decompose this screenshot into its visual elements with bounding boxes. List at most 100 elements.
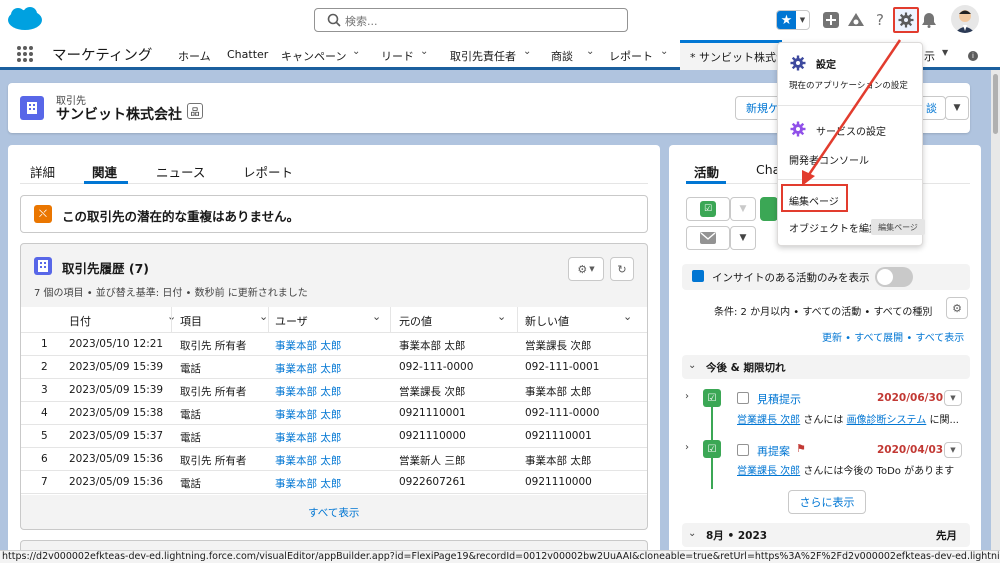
table-cell: 0921110000 (399, 430, 466, 442)
email-icon (700, 232, 716, 244)
menu-edit-page[interactable]: 編集ページ (789, 193, 839, 208)
assignee-link[interactable]: 営業課長 次郎 (737, 415, 800, 426)
chevron-down-icon[interactable]: ⌄ (420, 46, 428, 57)
list-settings-button[interactable]: ⚙ ▼ (568, 257, 604, 281)
chevron-down-icon[interactable]: ⌄ (259, 310, 268, 323)
setup-gear-button[interactable] (893, 7, 919, 33)
chevron-down-icon[interactable]: ⌄ (497, 310, 506, 323)
nav-item-campaigns[interactable]: キャンペーン (281, 48, 346, 64)
menu-setup-subtitle[interactable]: 現在のアプリケーションの設定 (789, 79, 908, 91)
chevron-down-icon[interactable]: ⌄ (623, 310, 632, 323)
table-row: 7 2023/05/09 15:36 電話 事業本部 太郎 0922607261 0921… (21, 471, 647, 494)
column-header-new-value[interactable]: 新しい値 (525, 313, 569, 329)
task-menu-button[interactable]: ▼ (944, 390, 962, 406)
nav-item-opportunities[interactable]: 商談 (551, 48, 573, 64)
page-scrollbar[interactable] (991, 70, 1000, 550)
tab-news[interactable]: ニュース (156, 162, 205, 181)
insight-icon (692, 270, 704, 282)
show-more-button[interactable]: さらに表示 (788, 490, 866, 514)
salesforce-logo[interactable] (6, 6, 44, 33)
chevron-down-icon[interactable]: ▼ (730, 226, 756, 250)
upcoming-section[interactable]: ⌄ 今後 & 期限切れ (682, 355, 970, 379)
table-cell: 2023/05/09 15:39 (69, 361, 164, 373)
new-task-button[interactable]: ☑ (686, 197, 730, 221)
chevron-down-icon[interactable]: ⌄ (660, 46, 668, 57)
chevron-right-icon[interactable]: › (685, 391, 689, 402)
insight-toggle[interactable] (875, 267, 913, 287)
menu-service-setup[interactable]: サービスの設定 (816, 123, 886, 138)
nav-item-chatter[interactable]: Chatter (227, 48, 268, 61)
hierarchy-icon[interactable]: 品 (187, 103, 203, 119)
column-header-user[interactable]: ユーザ (275, 313, 308, 329)
trailhead-icon[interactable] (846, 10, 866, 30)
notifications-bell-icon[interactable] (920, 10, 938, 30)
task-checkbox[interactable] (737, 392, 749, 404)
user-link[interactable]: 事業本部 太郎 (275, 407, 341, 422)
assignee-link[interactable]: 営業課長 次郎 (737, 466, 800, 477)
user-link[interactable]: 事業本部 太郎 (275, 430, 341, 445)
task-description: 営業課長 次郎 さんには 画像診断システム に関... (737, 415, 959, 426)
column-header-date[interactable]: 日付 (69, 313, 91, 329)
chevron-down-icon[interactable]: ⌄ (523, 46, 531, 57)
activity-links[interactable]: 更新 • すべて展開 • すべて表示 (822, 329, 964, 344)
table-cell: 092-111-0000 (399, 361, 474, 373)
show-all-link[interactable]: すべて表示 (308, 505, 359, 520)
tab-reports[interactable]: レポート (243, 162, 293, 181)
user-link[interactable]: 事業本部 太郎 (275, 338, 341, 353)
new-event-button[interactable] (760, 197, 778, 221)
nav-item-reports[interactable]: レポート (609, 48, 653, 64)
user-link[interactable]: 事業本部 太郎 (275, 361, 341, 376)
email-button[interactable] (686, 226, 730, 250)
task-date: 2020/04/03 (877, 444, 944, 456)
new-case-button[interactable]: 新規ケ (735, 96, 781, 120)
refresh-button[interactable]: ↻ (610, 257, 634, 281)
task-title[interactable]: 再提案 (757, 443, 790, 459)
favorites-button[interactable]: ★ ▼ (776, 10, 810, 30)
column-header-field[interactable]: 項目 (180, 313, 202, 329)
tab-activity[interactable]: 活動 (694, 162, 719, 181)
task-icon: ☑ (703, 389, 721, 407)
scrollbar-thumb[interactable] (993, 74, 998, 134)
app-name: マーケティング (52, 48, 153, 64)
task-title[interactable]: 見積提示 (757, 391, 801, 407)
global-search-input[interactable]: 検索... (314, 8, 628, 32)
app-launcher-icon[interactable] (17, 46, 33, 62)
month-section[interactable]: ⌄ 8月 • 2023 先月 (682, 523, 970, 547)
user-link[interactable]: 事業本部 太郎 (275, 476, 341, 491)
history-icon (34, 257, 52, 275)
filter-settings-icon[interactable]: ⚙ (946, 297, 968, 319)
chevron-down-icon: ⌄ (688, 360, 697, 371)
chevron-down-icon[interactable]: ⌄ (372, 310, 381, 323)
column-header-old-value[interactable]: 元の値 (399, 313, 432, 329)
task-menu-button[interactable]: ▼ (944, 442, 962, 458)
table-header: 日付 ⌄ 項目 ⌄ ユーザ ⌄ 元の値 ⌄ 新しい値 ⌄ (21, 307, 647, 333)
flag-icon: ⚑ (796, 442, 806, 455)
global-actions-icon[interactable] (822, 10, 840, 30)
chevron-down-icon[interactable]: ▼ (730, 197, 756, 221)
chevron-down-icon[interactable]: ⌄ (586, 46, 594, 57)
nav-item-contacts[interactable]: 取引先責任者 (450, 48, 516, 64)
tab-related[interactable]: 関連 (92, 162, 117, 181)
history-title[interactable]: 取引先履歴 (7) (62, 258, 149, 277)
task-icon: ☑ (703, 440, 721, 458)
menu-edit-object[interactable]: オブジェクトを編集 (789, 220, 873, 235)
tab-details[interactable]: 詳細 (30, 162, 55, 181)
user-link[interactable]: 事業本部 太郎 (275, 384, 341, 399)
menu-setup[interactable]: 設定 (816, 56, 836, 71)
menu-developer-console[interactable]: 開発者コンソール (789, 152, 869, 167)
chevron-down-icon[interactable]: ▼ (942, 48, 948, 57)
nav-item-leads[interactable]: リード (381, 48, 414, 64)
chevron-down-icon[interactable]: ▼ (796, 11, 809, 29)
user-avatar[interactable] (951, 5, 979, 33)
related-link[interactable]: 画像診断システム (847, 415, 927, 426)
nav-more-label[interactable]: 示 (924, 48, 935, 64)
more-actions-button[interactable]: ▼ (945, 96, 969, 120)
tab-active-record[interactable]: * サンビット株式会社 (680, 40, 784, 70)
chevron-down-icon[interactable]: ⌄ (352, 46, 360, 57)
user-link[interactable]: 事業本部 太郎 (275, 453, 341, 468)
help-icon[interactable]: ? (872, 10, 888, 30)
nav-item-home[interactable]: ホーム (178, 48, 211, 64)
info-icon[interactable]: i (968, 51, 978, 61)
chevron-right-icon[interactable]: › (685, 442, 689, 453)
task-checkbox[interactable] (737, 444, 749, 456)
